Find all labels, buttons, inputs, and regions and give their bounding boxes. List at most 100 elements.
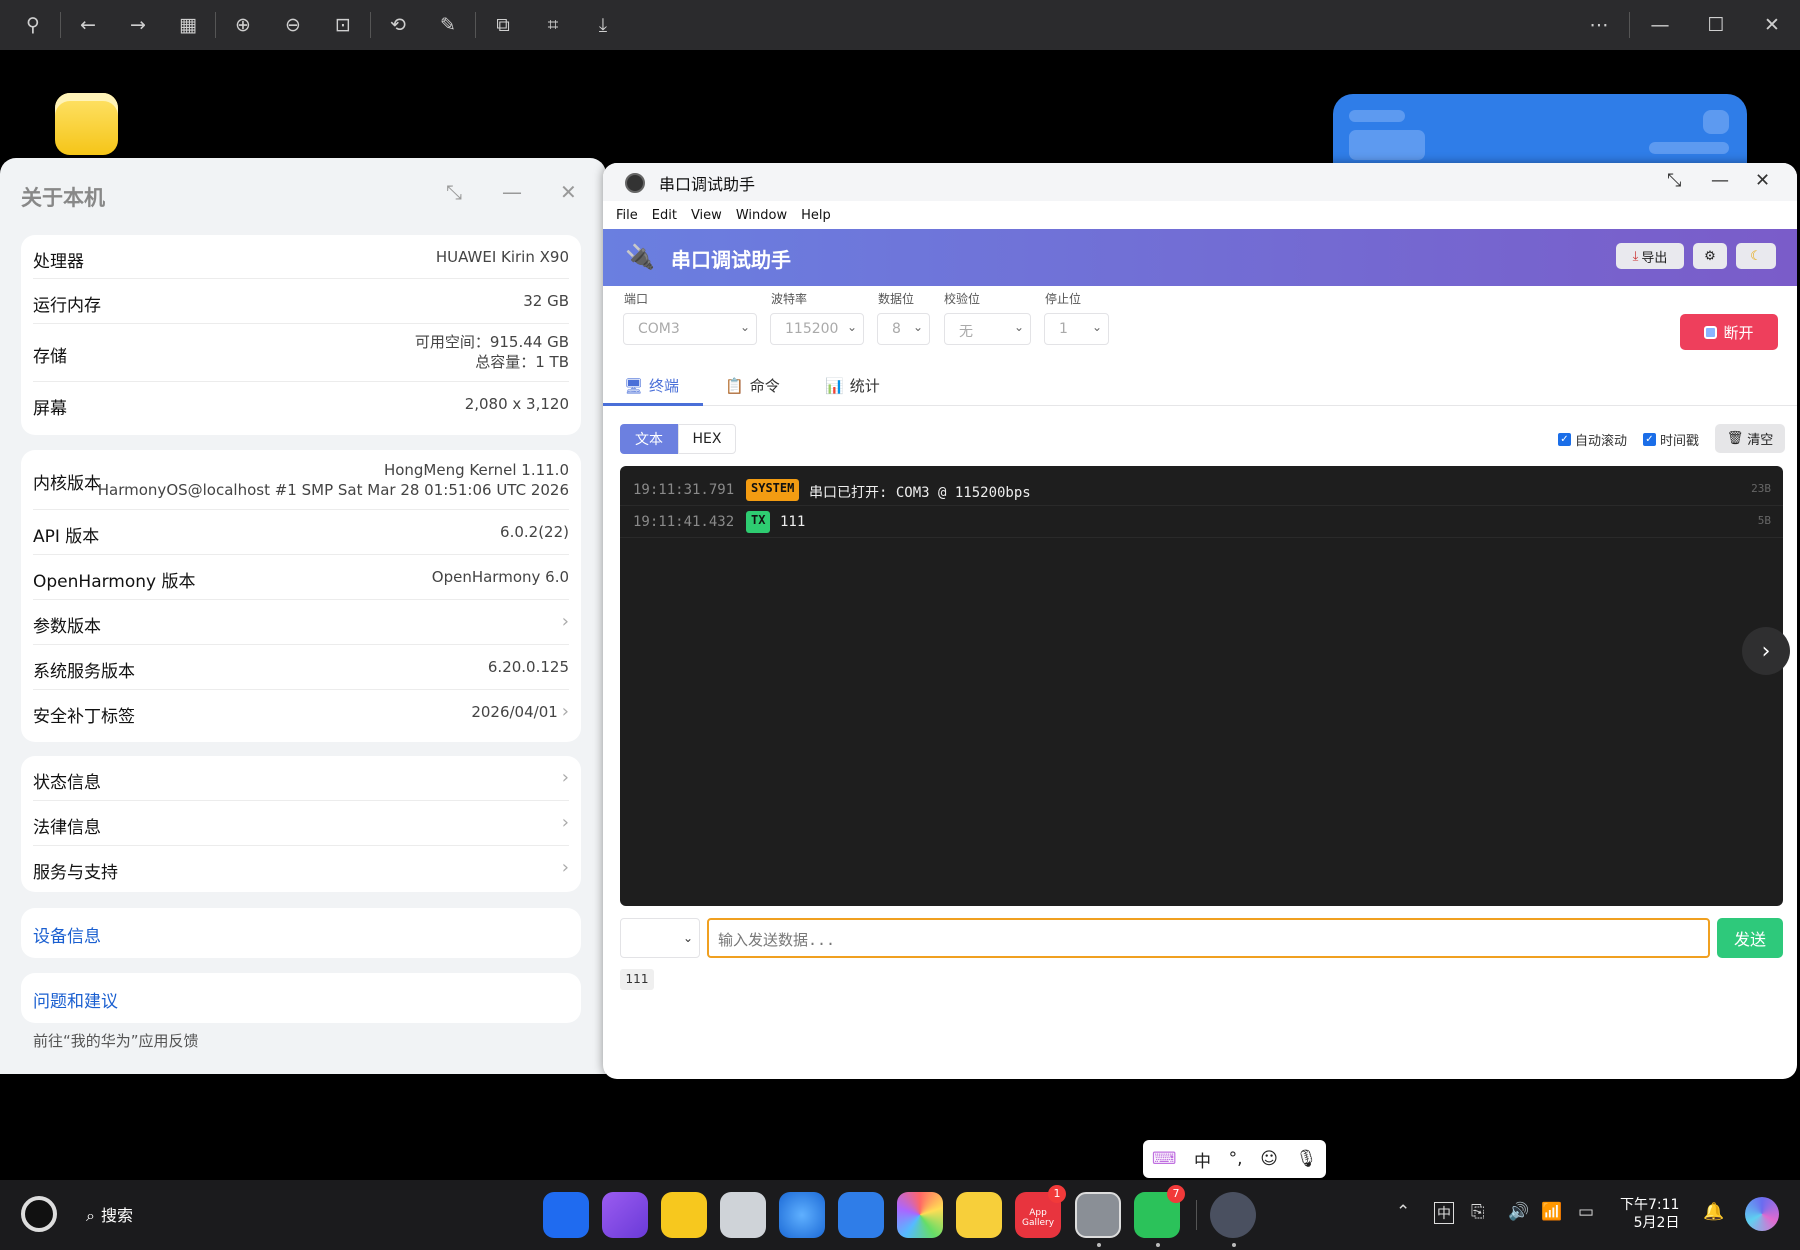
zoom-in-icon[interactable]: ⊕	[218, 0, 268, 50]
photos-icon[interactable]	[897, 1192, 943, 1238]
mode-hex-button[interactable]: HEX	[678, 424, 736, 454]
more-icon[interactable]: ⋯	[1571, 0, 1627, 50]
notification-bell-icon[interactable]: 🔔	[1703, 1202, 1724, 1222]
grid-icon[interactable]: ▦	[163, 0, 213, 50]
edit-icon[interactable]: ✎	[423, 0, 473, 50]
parity-select[interactable]: 无 ⌄	[944, 313, 1031, 345]
keyboard-icon[interactable]: ⌨	[1152, 1149, 1177, 1169]
send-input[interactable]: 输入发送数据...	[707, 918, 1710, 958]
disconnect-button[interactable]: 断开	[1680, 314, 1778, 350]
battery-icon[interactable]: ▭	[1578, 1202, 1594, 1222]
device-info-card[interactable]: 设备信息	[21, 908, 581, 958]
close-icon[interactable]: ✕	[560, 180, 577, 204]
app-gallery-icon[interactable]: App Gallery 1	[1015, 1185, 1066, 1238]
zoom-out-icon[interactable]: ⊖	[268, 0, 318, 50]
port-select[interactable]: COM3 ⌄	[623, 313, 757, 345]
files-app-icon[interactable]	[661, 1192, 707, 1238]
theme-button[interactable]: ☾	[1736, 243, 1776, 269]
crop-icon[interactable]: ⧉	[478, 0, 528, 50]
files-desktop-icon[interactable]	[55, 93, 118, 155]
device-info-link[interactable]: 设备信息	[33, 922, 101, 947]
start-button[interactable]	[21, 1196, 57, 1232]
menu-window[interactable]: Window	[736, 208, 787, 223]
info-row-patch[interactable]: 安全补丁标签 2026/04/01 ›	[33, 690, 569, 735]
chevron-up-icon[interactable]: ⌃	[1396, 1202, 1410, 1222]
ime-chinese-toggle[interactable]: 中	[1194, 1147, 1211, 1172]
menu-edit[interactable]: Edit	[652, 208, 677, 223]
active-tab-indicator	[603, 403, 703, 406]
trash-icon[interactable]	[720, 1192, 766, 1238]
taskbar-search[interactable]: ⌕ 搜索	[86, 1202, 133, 1226]
clock[interactable]: 下午7:11 5月2日	[1620, 1196, 1679, 1232]
settings-button[interactable]: ⚙	[1693, 243, 1727, 269]
fullscreen-icon[interactable]: ⤡	[446, 180, 462, 204]
log-message: 111	[780, 514, 806, 530]
info-row-params[interactable]: 参数版本 ›	[33, 600, 569, 645]
list-item-legal[interactable]: 法律信息 ›	[33, 801, 569, 846]
fullscreen-icon[interactable]: ⤡	[1667, 170, 1681, 191]
baud-select[interactable]: 115200 ⌄	[770, 313, 864, 345]
notes-icon[interactable]	[956, 1192, 1002, 1238]
wifi-icon[interactable]: 📶	[1541, 1202, 1562, 1222]
export-button[interactable]: ⤓ 导出	[1616, 243, 1684, 269]
text-extract-icon[interactable]: ⌗	[528, 0, 578, 50]
list-item-status[interactable]: 状态信息 ›	[33, 756, 569, 801]
feedback-card[interactable]: 问题和建议	[21, 973, 581, 1023]
history-chip[interactable]: 111	[620, 969, 654, 990]
info-row-screen: 屏幕 2,080 x 3,120	[33, 382, 569, 427]
clipboard-icon[interactable]: ⎘	[1471, 1202, 1485, 1222]
checkmark-icon: ✓	[1558, 433, 1571, 446]
widget-shape	[1649, 142, 1729, 154]
disconnect-label: 断开	[1723, 323, 1754, 342]
chevron-down-icon: ⌄	[1091, 320, 1102, 334]
gallery-app-icon[interactable]	[602, 1192, 648, 1238]
close-icon[interactable]: ✕	[1744, 0, 1800, 50]
back-icon[interactable]: ←	[63, 0, 113, 50]
tab-stats[interactable]: 📊 统计	[825, 375, 880, 396]
desktop-widget[interactable]	[1333, 94, 1747, 174]
close-icon[interactable]: ✕	[1755, 170, 1770, 191]
maximize-icon[interactable]: ☐	[1688, 0, 1744, 50]
ime-punct-toggle[interactable]: °,	[1229, 1149, 1243, 1169]
viewer-toolbar: ⚲ ← → ▦ ⊕ ⊖ ⊡ ⟲ ✎ ⧉ ⌗ ⤓ ⋯ — ☐ ✕	[0, 0, 1800, 50]
microphone-icon[interactable]: 🎙	[1296, 1149, 1318, 1169]
minimize-icon[interactable]: —	[502, 180, 522, 204]
send-format-select[interactable]: ⌄	[620, 918, 700, 958]
ime-indicator[interactable]: 中	[1434, 1202, 1454, 1224]
menu-view[interactable]: View	[691, 208, 722, 223]
chevron-right-icon[interactable]: ›	[1742, 627, 1790, 675]
actual-size-icon[interactable]: ⊡	[318, 0, 368, 50]
clear-button[interactable]: 🗑 清空	[1715, 424, 1785, 453]
emoji-icon[interactable]: ☺	[1260, 1149, 1278, 1169]
list-item-support[interactable]: 服务与支持 ›	[33, 846, 569, 891]
parity-value: 无	[959, 324, 973, 340]
forward-icon[interactable]: →	[113, 0, 163, 50]
download-icon[interactable]: ⤓	[578, 0, 628, 50]
menu-help[interactable]: Help	[801, 208, 831, 223]
wechat-icon[interactable]: 7	[1134, 1185, 1185, 1238]
tab-terminal[interactable]: 🖥 终端	[624, 375, 679, 396]
mode-text-button[interactable]: 文本	[620, 424, 678, 454]
feedback-link[interactable]: 问题和建议	[33, 987, 118, 1012]
databits-select[interactable]: 8 ⌄	[877, 313, 930, 345]
row-value: 可用空间：915.44 GB 总容量：1 TB	[415, 332, 569, 372]
autoscroll-checkbox[interactable]: ✓ 自动滚动	[1558, 430, 1627, 449]
minimize-icon[interactable]: —	[1632, 0, 1688, 50]
menu-file[interactable]: File	[616, 208, 638, 223]
tab-commands[interactable]: 📋 命令	[725, 375, 780, 396]
rotate-icon[interactable]: ⟲	[373, 0, 423, 50]
pin-icon[interactable]: ⚲	[8, 0, 58, 50]
minimize-icon[interactable]: —	[1711, 170, 1729, 191]
settings-icon[interactable]	[1075, 1192, 1121, 1238]
send-button[interactable]: 发送	[1717, 918, 1783, 958]
grid-apps-icon[interactable]	[543, 1192, 589, 1238]
volume-icon[interactable]: 🔊	[1508, 1202, 1529, 1222]
stopbits-select[interactable]: 1 ⌄	[1044, 313, 1109, 345]
timestamp-checkbox[interactable]: ✓ 时间戳	[1643, 430, 1699, 449]
assistant-orb-icon[interactable]	[1745, 1197, 1779, 1231]
devtools-icon[interactable]	[1210, 1192, 1256, 1238]
browser-icon[interactable]	[779, 1192, 825, 1238]
row-value: HongMeng Kernel 1.11.0 HarmonyOS@localhos…	[98, 460, 569, 500]
mail-icon[interactable]	[838, 1192, 884, 1238]
terminal-output[interactable]: 19:11:31.791 SYSTEM 串口已打开: COM3 @ 115200…	[620, 466, 1783, 906]
